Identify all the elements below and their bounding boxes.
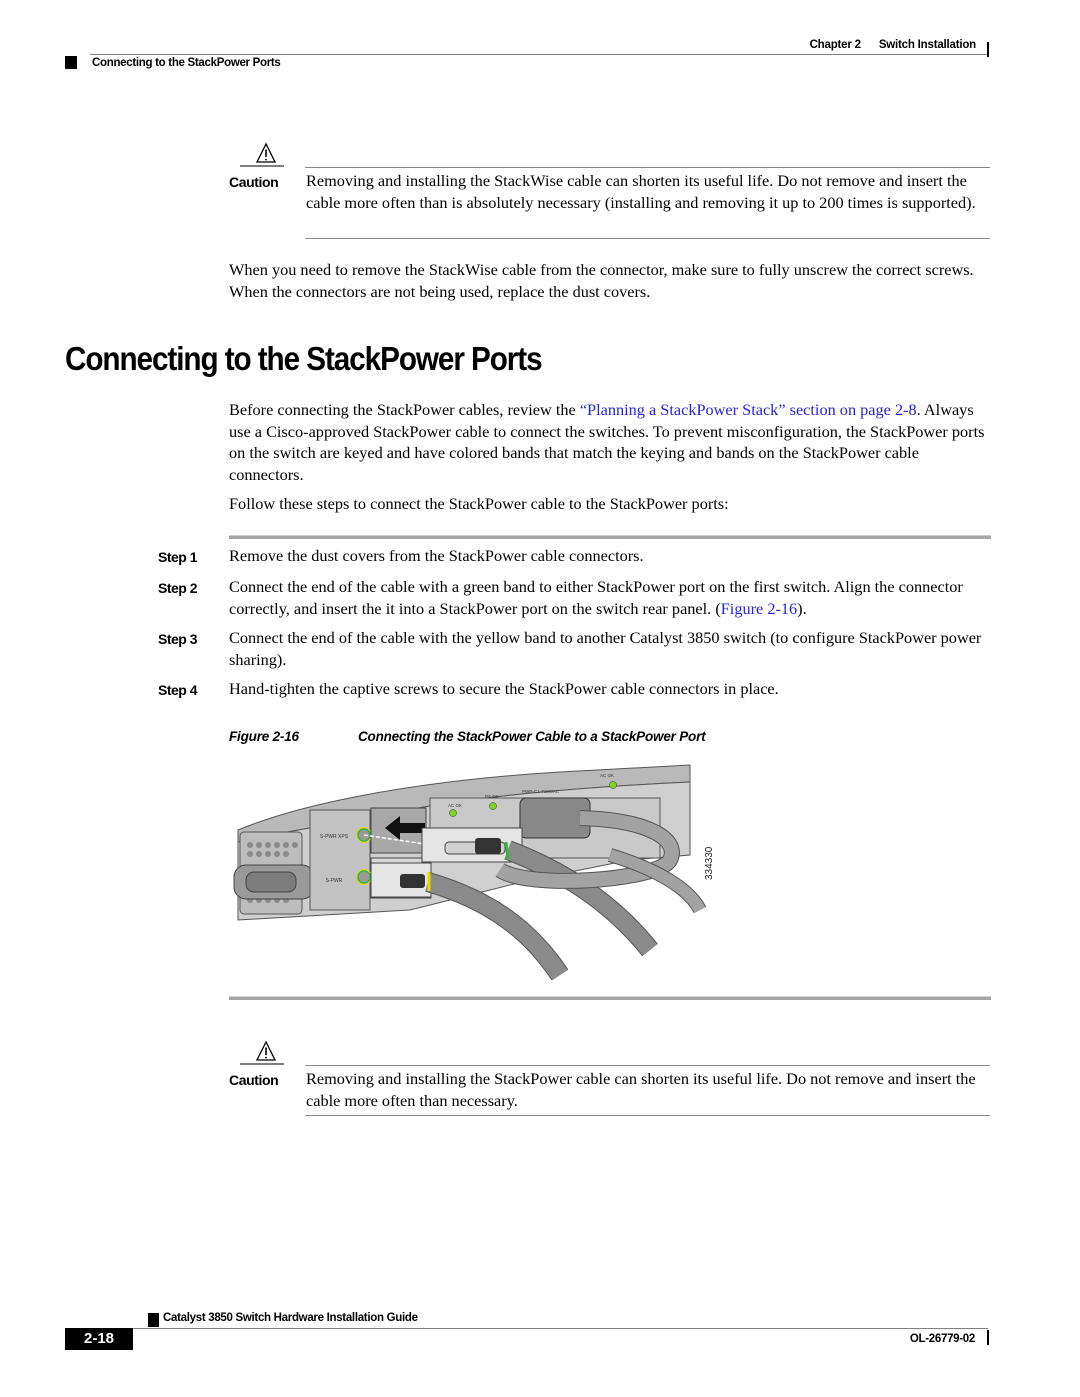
planning-stack-link[interactable]: “Planning a StackPower Stack” section on… <box>580 400 917 419</box>
label-ac-ok-1: AC OK <box>448 803 462 808</box>
procedure-rule-top <box>229 535 991 539</box>
figure-id: 334330 <box>704 846 715 880</box>
label-model: PWR-C1-715WAC <box>522 789 560 794</box>
port-ring-bottom <box>357 870 371 884</box>
page-number: 2-18 <box>65 1328 133 1350</box>
caution-rule-top <box>305 167 990 168</box>
caution-rule-top <box>305 1065 990 1066</box>
label-spwr: S-PWR <box>326 878 343 884</box>
chapter-title: Switch Installation <box>878 39 976 51</box>
step-2-text-main: Connect the end of the cable with a gree… <box>229 577 963 618</box>
step-4-text: Hand-tighten the captive screws to secur… <box>229 679 779 698</box>
warning-triangle-icon <box>240 1039 284 1067</box>
caution-text: Removing and installing the StackWise ca… <box>306 171 976 212</box>
led-ps-ok <box>489 802 497 810</box>
document-number: OL-26779-02 <box>909 1333 975 1345</box>
footer-rule <box>133 1328 988 1329</box>
green-band <box>504 841 510 861</box>
figure-caption: Figure 2-16 Connecting the StackPower Cab… <box>229 729 706 744</box>
caution-label: Caution <box>229 1072 279 1088</box>
procedure-rule-bottom <box>229 996 991 1000</box>
header-bar <box>987 42 989 57</box>
footer-marker <box>148 1313 159 1327</box>
label-ps-ok: PS OK <box>485 794 499 799</box>
step-1-text: Remove the dust covers from the StackPow… <box>229 546 644 565</box>
step-2-label: Step 2 <box>158 580 198 596</box>
label-ac-ok-2: AC OK <box>600 773 614 778</box>
caution-rule-bottom <box>305 1115 990 1116</box>
header-marker <box>65 56 77 69</box>
running-header-section: Connecting to the StackPower Ports <box>92 57 281 69</box>
step-4-label: Step 4 <box>158 682 198 698</box>
label-spwr-xps: S-PWR XPS <box>320 834 349 840</box>
running-header-chapter: Chapter 2 Switch Installation <box>809 39 977 51</box>
warning-triangle-icon <box>240 141 284 169</box>
footer-bar <box>987 1330 989 1345</box>
paragraph-remove-cable: When you need to remove the StackWise ca… <box>229 260 974 301</box>
header-rule <box>90 54 987 55</box>
footer-guide-title: Catalyst 3850 Switch Hardware Installati… <box>163 1312 418 1324</box>
stackpower-panel <box>309 809 371 911</box>
caution-label: Caution <box>229 174 279 190</box>
led-ac-ok-1 <box>449 809 457 817</box>
step-3-text: Connect the end of the cable with the ye… <box>229 628 982 669</box>
intro-paragraph: Before connecting the StackPower cables,… <box>229 399 994 485</box>
figure-2-16-link[interactable]: Figure 2-16 <box>721 599 797 618</box>
section-heading: Connecting to the StackPower Ports <box>65 340 543 377</box>
figure-number: Figure 2-16 <box>229 729 299 744</box>
caution-rule-bottom <box>305 238 990 239</box>
chapter-number: Chapter 2 <box>809 39 861 51</box>
follow-steps-text: Follow these steps to connect the StackP… <box>229 494 729 513</box>
power-plug <box>519 797 591 839</box>
step-1-label: Step 1 <box>158 549 198 565</box>
step-3-label: Step 3 <box>158 631 198 647</box>
caution-text: Removing and installing the StackPower c… <box>306 1069 976 1110</box>
figure-title: Connecting the StackPower Cable to a Sta… <box>358 729 706 744</box>
stackpower-figure: S-PWR XPS S-PWR AC OK PS OK PWR-C1-715WA… <box>230 760 730 981</box>
led-ac-ok-2 <box>609 781 617 789</box>
step-2-text: Connect the end of the cable with a gree… <box>229 576 994 620</box>
intro-text: Before connecting the StackPower cables,… <box>229 400 580 419</box>
step-2-text-end: ). <box>797 599 807 618</box>
